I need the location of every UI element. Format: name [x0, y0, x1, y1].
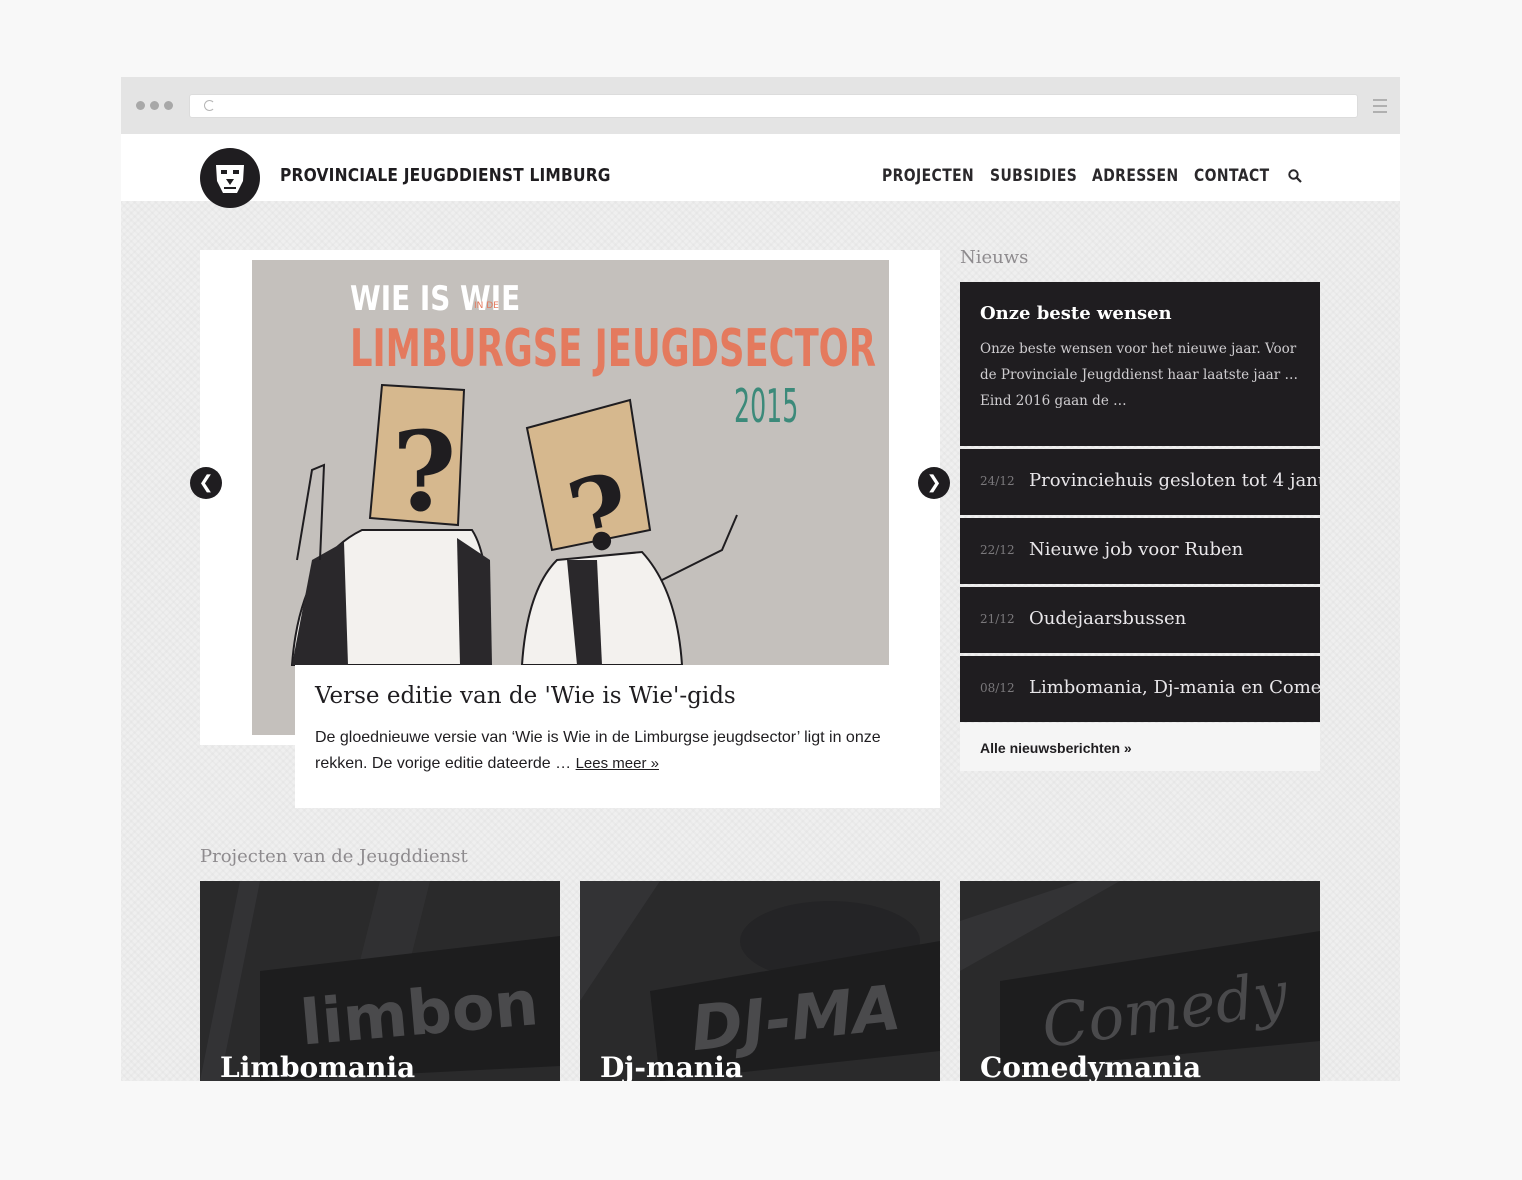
project-name[interactable]: Comedymania — [980, 1051, 1201, 1081]
news-date: 22/12 — [980, 543, 1015, 557]
read-more-link[interactable]: Lees meer » — [576, 755, 659, 772]
site-title[interactable]: PROVINCIALE JEUGDDIENST LIMBURG — [280, 165, 611, 186]
project-name[interactable]: Dj-mania — [600, 1051, 743, 1081]
search-icon[interactable] — [1288, 169, 1302, 183]
nav-projecten[interactable]: PROJECTEN — [882, 166, 974, 186]
news-title[interactable]: Provinciehuis gesloten tot 4 januari — [1029, 470, 1320, 491]
project-name[interactable]: Limbomania — [220, 1051, 415, 1081]
featured-news-text: Onze beste wensen voor het nieuwe jaar. … — [980, 341, 1298, 409]
project-card-limbomania[interactable]: limbon Limbomania — [200, 881, 560, 1081]
slide-image[interactable]: WIE IS WIE IN DE LIMBURGSE JEUGDSECTOR 2… — [252, 260, 889, 735]
project-card-comedymania[interactable]: Comedy Comedymania — [960, 881, 1320, 1081]
lion-logo-icon[interactable] — [200, 148, 260, 208]
svg-text:?: ? — [392, 407, 456, 536]
nav-subsidies[interactable]: SUBSIDIES — [990, 166, 1077, 186]
news-title[interactable]: Nieuwe job voor Ruben — [1029, 539, 1243, 560]
slider-prev-button[interactable]: ❮ — [190, 467, 222, 499]
site-header: PROVINCIALE JEUGDDIENST LIMBURG PROJECTE… — [121, 134, 1400, 208]
featured-news-title[interactable]: Onze beste wensen — [980, 303, 1172, 324]
news-date: 24/12 — [980, 474, 1015, 488]
nav-contact[interactable]: CONTACT — [1194, 166, 1270, 186]
caption-text: De gloednieuwe versie van ‘Wie is Wie in… — [315, 725, 925, 777]
reload-icon[interactable] — [204, 100, 215, 111]
news-date: 08/12 — [980, 681, 1015, 695]
project-card-djmania[interactable]: DJ-MA Dj-mania — [580, 881, 940, 1081]
news-title[interactable]: Oudejaarsbussen — [1029, 608, 1186, 629]
news-item[interactable]: 21/12 Oudejaarsbussen — [960, 587, 1320, 653]
news-item[interactable]: 22/12 Nieuwe job voor Ruben — [960, 518, 1320, 584]
nav-adressen[interactable]: ADRESSEN — [1092, 166, 1179, 186]
featured-news[interactable]: Onze beste wensen Onze beste wensen voor… — [960, 282, 1320, 446]
slider-next-button[interactable]: ❯ — [918, 467, 950, 499]
news-item[interactable]: 08/12 Limbomania, Dj-mania en Comedymani… — [960, 656, 1320, 722]
news-item[interactable]: 24/12 Provinciehuis gesloten tot 4 janua… — [960, 449, 1320, 515]
slide-year: 2015 — [734, 380, 798, 433]
all-news-label[interactable]: Alle nieuwsberichten » — [980, 740, 1132, 756]
browser-chrome — [121, 77, 1400, 134]
news-date: 21/12 — [980, 612, 1015, 626]
caption-title[interactable]: Verse editie van de 'Wie is Wie'-gids — [315, 683, 736, 709]
browser-window: PROVINCIALE JEUGDDIENST LIMBURG PROJECTE… — [121, 77, 1400, 1081]
slide-caption: Verse editie van de 'Wie is Wie'-gids De… — [295, 665, 940, 808]
address-bar[interactable] — [189, 94, 1358, 118]
projects-label: Projecten van de Jeugddienst — [200, 846, 468, 867]
all-news-link[interactable]: Alle nieuwsberichten » — [960, 723, 1320, 771]
slide-heading-2: LIMBURGSE JEUGDSECTOR — [350, 319, 876, 379]
menu-icon[interactable] — [1373, 99, 1387, 117]
slide-heading-small: IN DE — [474, 301, 499, 311]
window-dots — [136, 101, 173, 110]
news-title[interactable]: Limbomania, Dj-mania en Comedymania — [1029, 677, 1320, 698]
news-label: Nieuws — [960, 247, 1029, 268]
slide-heading-1: WIE IS WIE — [350, 279, 520, 318]
